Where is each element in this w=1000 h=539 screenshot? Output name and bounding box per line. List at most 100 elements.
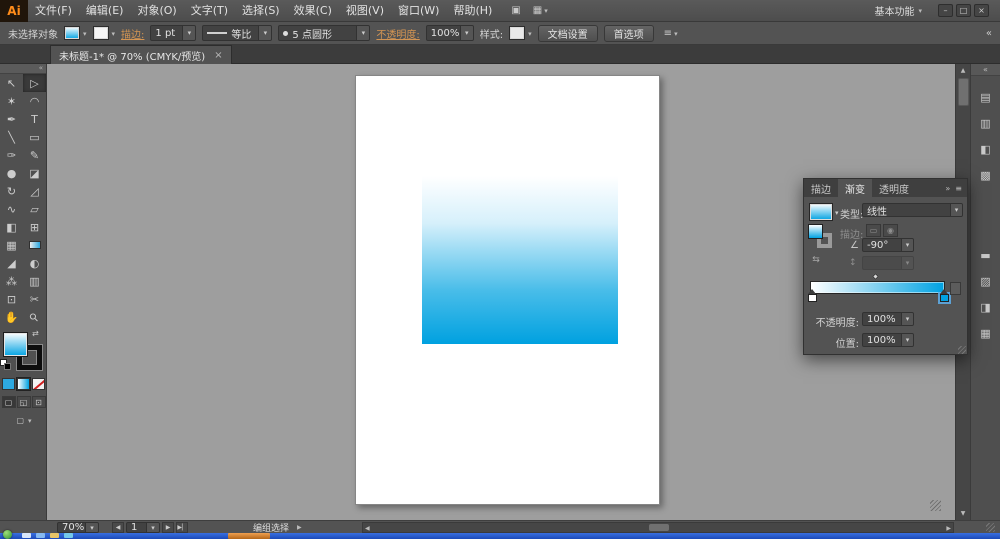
zoom-level-select[interactable]: 70%: [57, 522, 99, 533]
lasso-tool[interactable]: ◠: [23, 92, 46, 110]
stop-position-select[interactable]: 100%: [862, 333, 914, 347]
transparency-panel-icon[interactable]: ◨: [976, 298, 996, 316]
document-tab[interactable]: 未标题-1* @ 70% (CMYK/预览) ×: [50, 45, 232, 64]
default-fill-stroke-icon[interactable]: [0, 359, 13, 372]
scroll-up-icon[interactable]: ▲: [956, 64, 970, 77]
shape-builder-tool[interactable]: ◧: [0, 218, 23, 236]
gradient-stop-end[interactable]: [938, 289, 951, 304]
quick-launch-icon[interactable]: [50, 533, 59, 538]
chevron-down-icon[interactable]: [258, 26, 272, 40]
panel-menu-icon[interactable]: ≡: [955, 184, 962, 193]
gradient-preset-swatch[interactable]: [809, 203, 833, 221]
draw-behind-mode-button[interactable]: ◱: [16, 396, 31, 408]
color-guide-panel-icon[interactable]: ▥: [976, 114, 996, 132]
opacity-select[interactable]: 100%: [425, 25, 474, 41]
gradient-stop-start[interactable]: [808, 289, 817, 302]
blob-brush-tool[interactable]: ●: [0, 164, 23, 182]
gradient-angle-select[interactable]: -90°: [862, 238, 914, 252]
preferences-button[interactable]: 首选项: [603, 24, 654, 42]
color-mode-button[interactable]: [2, 378, 15, 390]
next-artboard-icon[interactable]: ▶: [162, 522, 174, 533]
gradient-bar[interactable]: [810, 281, 945, 294]
chevron-down-icon[interactable]: [85, 523, 98, 532]
stroke-gradient-along-button[interactable]: ◉: [883, 224, 898, 237]
pencil-tool[interactable]: ✎: [23, 146, 46, 164]
style-picker[interactable]: [509, 26, 532, 40]
minimize-button[interactable]: –: [938, 4, 953, 17]
chevron-down-icon[interactable]: [146, 523, 159, 532]
perspective-grid-tool[interactable]: ⊞: [23, 218, 46, 236]
hand-tool[interactable]: ✋: [0, 308, 23, 326]
graphic-styles-panel-icon[interactable]: ▩: [976, 166, 996, 184]
chevron-down-icon[interactable]: [950, 204, 962, 216]
selection-tool[interactable]: ↖: [0, 74, 23, 92]
rotate-tool[interactable]: ↻: [0, 182, 23, 200]
stroke-color-picker[interactable]: [92, 26, 116, 40]
gradient-rectangle-object[interactable]: [422, 176, 618, 344]
fill-swatch[interactable]: [3, 332, 28, 357]
fill-color-picker[interactable]: [64, 26, 87, 40]
rectangle-tool[interactable]: ▭: [23, 128, 46, 146]
chevron-down-icon[interactable]: [459, 26, 473, 40]
opacity-panel-link[interactable]: 不透明度:: [376, 26, 419, 41]
collapse-dock-icon[interactable]: «: [986, 28, 992, 39]
menu-select[interactable]: 选择(S): [235, 0, 287, 22]
window-resize-grip[interactable]: [986, 523, 995, 532]
line-segment-tool[interactable]: ╲: [0, 128, 23, 146]
panel-resize-grip[interactable]: [958, 346, 966, 354]
close-button[interactable]: ×: [974, 4, 989, 17]
chevron-down-icon[interactable]: [901, 334, 913, 346]
direct-selection-tool[interactable]: ▷: [23, 74, 46, 92]
chevron-down-icon[interactable]: [182, 26, 196, 40]
gradient-mode-button[interactable]: [17, 378, 30, 390]
horizontal-scrollbar[interactable]: ◀ ▶: [362, 522, 954, 533]
stroke-width-select[interactable]: 1 pt: [150, 25, 197, 41]
last-artboard-icon[interactable]: ▶▏: [176, 522, 188, 533]
menu-object[interactable]: 对象(O): [130, 0, 183, 22]
vertical-scroll-thumb[interactable]: [958, 78, 969, 106]
workspace-switcher[interactable]: 基本功能: [874, 3, 922, 18]
type-tool[interactable]: T: [23, 110, 46, 128]
column-graph-tool[interactable]: ▥: [23, 272, 46, 290]
menu-help[interactable]: 帮助(H): [446, 0, 499, 22]
horizontal-scroll-thumb[interactable]: [649, 524, 669, 531]
width-tool[interactable]: ∿: [0, 200, 23, 218]
gradient-type-select[interactable]: 线性: [862, 203, 963, 217]
stop-opacity-select[interactable]: 100%: [862, 312, 914, 326]
chevron-down-icon[interactable]: [901, 313, 913, 325]
draw-inside-mode-button[interactable]: ⊡: [31, 396, 46, 408]
control-panel-menu-icon[interactable]: ≡: [664, 28, 678, 39]
tools-panel-collapse-icon[interactable]: «: [0, 64, 46, 74]
go-to-bridge-icon[interactable]: ▣: [511, 5, 520, 16]
eyedropper-tool[interactable]: ◢: [0, 254, 23, 272]
gradient-preset-dropdown-icon[interactable]: ▾: [835, 209, 839, 217]
draw-normal-mode-button[interactable]: ▢: [1, 396, 16, 408]
slice-tool[interactable]: ✂: [23, 290, 46, 308]
quick-launch-icon[interactable]: [36, 533, 45, 538]
color-panel-icon[interactable]: ▤: [976, 88, 996, 106]
quick-launch-icon[interactable]: [22, 533, 31, 538]
brush-select[interactable]: 5 点圆形: [278, 25, 371, 41]
start-button[interactable]: [3, 530, 12, 539]
tab-close-icon[interactable]: ×: [214, 50, 222, 61]
stroke-panel-link[interactable]: 描边:: [121, 26, 144, 41]
menu-type[interactable]: 文字(T): [184, 0, 235, 22]
tab-transparency[interactable]: 透明度: [872, 179, 916, 197]
menu-effect[interactable]: 效果(C): [287, 0, 339, 22]
chevron-down-icon[interactable]: [901, 239, 913, 251]
menu-file[interactable]: 文件(F): [28, 0, 79, 22]
restore-button[interactable]: □: [956, 4, 971, 17]
quick-launch-icon[interactable]: [64, 533, 73, 538]
layers-panel-icon[interactable]: ▦: [976, 324, 996, 342]
gradient-fill-proxy[interactable]: [808, 224, 823, 239]
symbol-sprayer-tool[interactable]: ⁂: [0, 272, 23, 290]
previous-artboard-icon[interactable]: ◀: [112, 522, 124, 533]
free-transform-tool[interactable]: ▱: [23, 200, 46, 218]
stroke-gradient-within-button[interactable]: ▭: [866, 224, 881, 237]
menu-view[interactable]: 视图(V): [339, 0, 391, 22]
swap-fill-stroke-icon[interactable]: ⇄: [32, 329, 39, 338]
screen-mode-button[interactable]: ▢: [11, 414, 37, 426]
arrange-documents-icon[interactable]: ▦: [533, 5, 548, 16]
status-flyout-icon[interactable]: ▶: [297, 524, 302, 531]
document-setup-button[interactable]: 文档设置: [537, 24, 598, 42]
